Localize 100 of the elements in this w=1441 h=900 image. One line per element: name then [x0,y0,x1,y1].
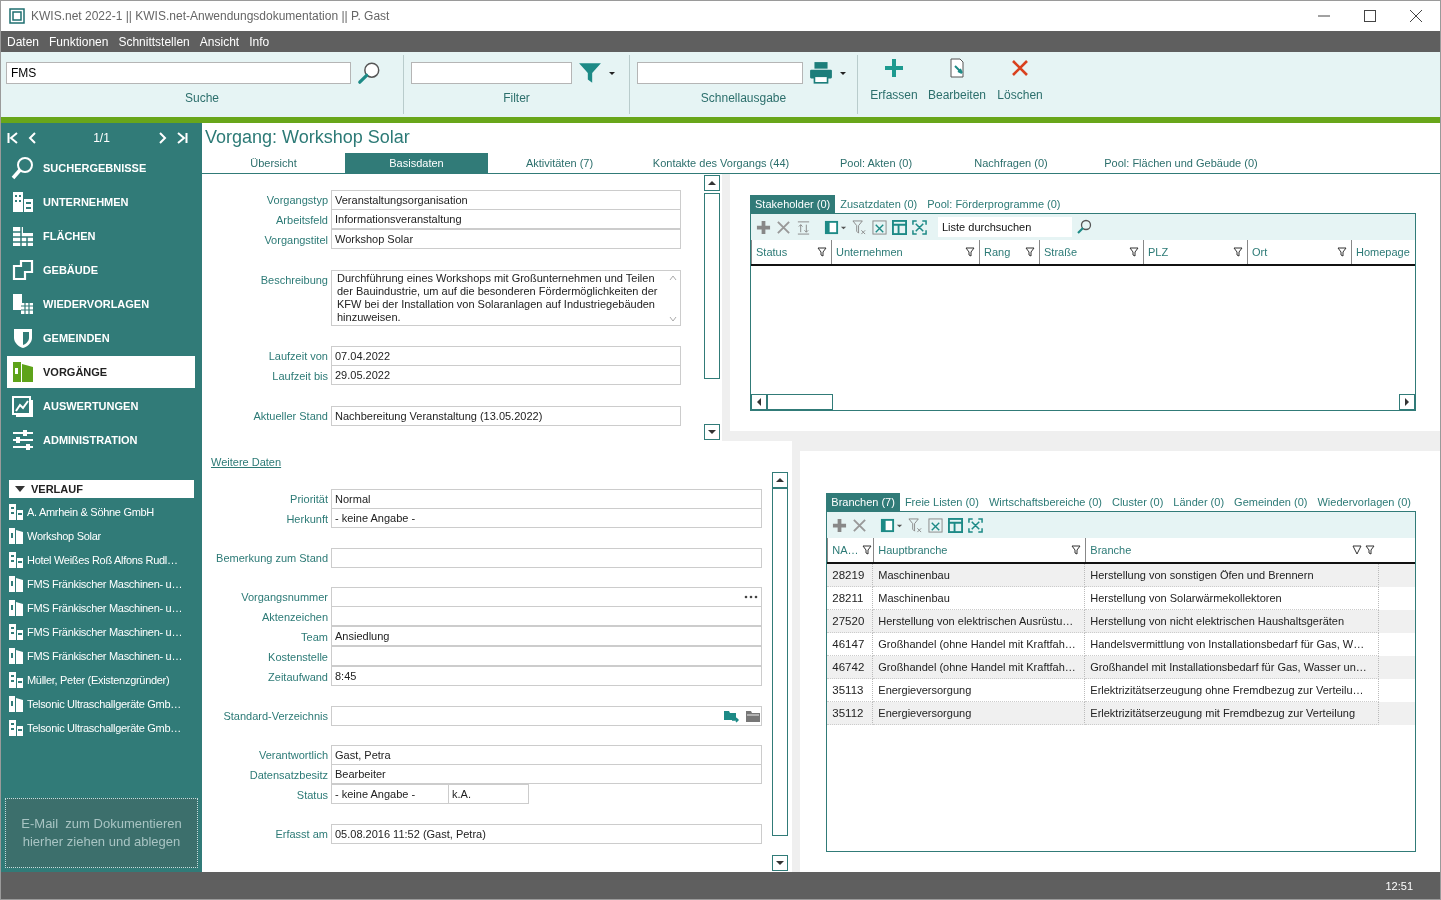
menu-item[interactable]: Daten [7,34,40,49]
clear-filter-icon[interactable] [852,219,867,235]
input-field[interactable]: 05.08.2016 11:52 (Gast, Petra) [331,824,762,844]
input-field[interactable]: Workshop Solar [331,229,681,249]
more-data-link[interactable]: Weitere Daten [211,456,282,468]
nav-item[interactable]: SUCHERGEBNISSE [7,152,195,184]
scroll-up-button[interactable] [704,175,720,191]
tab[interactable]: Übersicht [202,153,345,173]
scrollbar-thumb[interactable] [704,193,720,379]
history-item[interactable]: Telsonic Ultraschallgeräte Gmb… [1,716,202,740]
history-item[interactable]: FMS Fränkischer Maschinen- u… [1,644,202,668]
column-header[interactable]: Homepage [1351,240,1415,264]
clear-filter-icon[interactable] [908,517,924,533]
printer-icon[interactable] [809,61,833,85]
tab[interactable]: Basisdaten [345,153,488,173]
tab[interactable]: Stakeholder (0) [750,195,836,213]
nav-item[interactable]: GEMEINDEN [7,322,195,354]
plus-icon[interactable] [832,517,848,533]
input-field[interactable]: - keine Angabe - [331,784,449,804]
tab[interactable]: Zusatzdaten (0) [835,195,923,213]
input-field[interactable]: 07.04.2022 [331,346,681,366]
history-item[interactable]: Telsonic Ultraschallgeräte Gmb… [1,692,202,716]
column-header[interactable]: Unternehmen [831,240,979,264]
tab[interactable]: Wirtschaftsbereiche (0) [983,493,1107,511]
input-field[interactable] [331,706,762,726]
history-header[interactable]: VERLAUF [9,480,194,498]
export-icon[interactable] [872,219,887,235]
tab[interactable]: Aktivitäten (7) [488,153,631,173]
cross-icon[interactable] [852,517,868,533]
column-header[interactable]: NA… [827,538,874,562]
input-field[interactable]: Nachbereitung Veranstaltung (13.05.2022) [331,406,681,426]
last-page-icon[interactable] [176,132,188,144]
scroll-left-button[interactable] [751,394,767,410]
cross-icon[interactable] [776,219,791,235]
scroll-down-button[interactable] [772,855,789,871]
history-item[interactable]: Müller, Peter (Existenzgründer) [1,668,202,692]
nav-item[interactable]: GEBÄUDE [7,254,195,286]
search-field[interactable]: FMS [6,62,351,84]
tab[interactable]: Gemeinden (0) [1229,493,1313,511]
layout-icon[interactable] [892,219,907,235]
input-field[interactable]: 8:45 [331,666,762,686]
scrollbar-thumb[interactable] [772,488,789,836]
input-field[interactable]: Gast, Petra [331,745,762,765]
close-icon[interactable] [1410,10,1422,22]
column-header[interactable]: Branche [1085,538,1380,562]
column-header[interactable]: Ort [1247,240,1351,264]
filter-field[interactable] [411,62,572,84]
columns-icon[interactable] [880,517,896,533]
filter-icon[interactable] [1129,247,1139,257]
input-field[interactable]: Ansiedlung [331,626,762,646]
tab[interactable]: Pool: Förderprogramme (0) [922,195,1066,213]
first-page-icon[interactable] [7,132,19,144]
menu-item[interactable]: Schnittstellen [118,34,190,49]
tab[interactable]: Freie Listen (0) [899,493,984,511]
input-field[interactable]: k.A. [448,784,529,804]
menu-item[interactable]: Ansicht [199,34,240,49]
tab[interactable]: Nachfragen (0) [941,153,1081,173]
maximize-icon[interactable] [1364,10,1376,22]
folder-icon[interactable] [745,709,761,723]
list-search-field[interactable]: Liste durchsuchen [938,217,1072,237]
filter-icon[interactable] [965,247,975,257]
filter-icon[interactable] [861,545,872,555]
column-header[interactable]: Straße [1039,240,1143,264]
input-field[interactable]: 29.05.2022 [331,365,681,385]
filter-icon[interactable] [1337,247,1347,257]
scrollbar-thumb[interactable] [767,394,833,410]
history-item[interactable]: FMS Fränkischer Maschinen- u… [1,596,202,620]
input-field[interactable] [331,587,762,607]
filter-icon[interactable] [817,247,827,257]
scroll-right-button[interactable] [1399,394,1415,410]
toolbar-button[interactable]: Bearbeiten [924,52,991,117]
caret-icon[interactable] [839,69,847,77]
scroll-down-button[interactable] [704,424,720,440]
nav-item[interactable]: WIEDERVORLAGEN [7,288,195,320]
tab[interactable]: Wiedervorlagen (0) [1312,493,1416,511]
next-page-icon[interactable] [156,132,168,144]
filter-icon[interactable] [1365,545,1376,555]
drop-zone[interactable]: E-Mail zum Dokumentieren hierher ziehen und ablegen [5,798,198,868]
previous-page-icon[interactable] [27,132,39,144]
history-item[interactable]: FMS Fränkischer Maschinen- u… [1,620,202,644]
output-field[interactable] [637,62,803,84]
menu-item[interactable]: Funktionen [49,34,109,49]
column-header[interactable]: Rang [979,240,1039,264]
more-icon[interactable] [744,595,758,599]
nav-item[interactable]: VORGÄNGE [7,356,195,388]
sort-icon[interactable] [1352,545,1363,555]
tab[interactable]: Länder (0) [1168,493,1230,511]
filter-icon[interactable] [1025,247,1035,257]
search-icon[interactable] [357,61,381,85]
nav-item[interactable]: ADMINISTRATION [7,424,195,456]
search-icon[interactable] [1076,219,1092,235]
menu-item[interactable]: Info [249,34,270,49]
column-header[interactable]: Hauptbranche [873,538,1086,562]
expand-icon[interactable] [968,517,984,533]
input-field[interactable]: Bearbeiter [331,764,762,784]
tab[interactable]: Pool: Flächen und Gebäude (0) [1081,153,1281,173]
filter-icon[interactable] [1233,247,1243,257]
column-header[interactable]: Status [751,240,831,264]
nav-item[interactable]: UNTERNEHMEN [7,186,195,218]
history-item[interactable]: FMS Fränkischer Maschinen- u… [1,572,202,596]
